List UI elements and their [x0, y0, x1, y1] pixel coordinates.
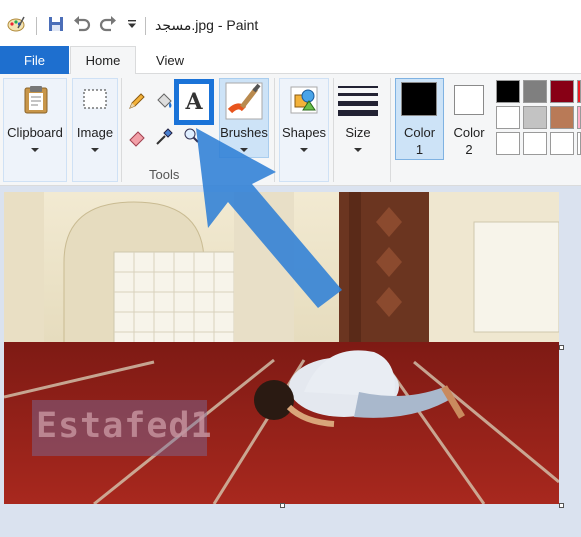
select-icon: [80, 86, 110, 112]
chevron-down-icon: [240, 148, 248, 152]
group-divider: [390, 78, 391, 182]
shapes-label: Shapes: [281, 125, 327, 140]
resize-handle[interactable]: [559, 503, 564, 508]
clipboard-label: Clipboard: [7, 125, 63, 140]
tab-file[interactable]: File: [0, 46, 69, 74]
size-icon[interactable]: [336, 82, 380, 118]
resize-handle[interactable]: [559, 345, 564, 350]
color2-number: 2: [465, 142, 473, 157]
chevron-down-icon: [354, 148, 362, 152]
tab-view[interactable]: View: [140, 46, 200, 74]
palette-swatch[interactable]: [496, 80, 520, 103]
palette-swatch[interactable]: [523, 106, 547, 129]
undo-icon[interactable]: [72, 14, 92, 34]
tools-group-label: Tools: [149, 167, 180, 182]
palette-swatch[interactable]: [550, 80, 574, 103]
image-label: Image: [76, 125, 114, 140]
tab-home[interactable]: Home: [70, 46, 136, 75]
group-divider: [333, 78, 334, 182]
watermark-text: Estafed1: [36, 406, 213, 446]
customize-dropdown-icon[interactable]: [122, 14, 142, 34]
chevron-down-icon: [300, 148, 308, 152]
redo-icon[interactable]: [98, 14, 118, 34]
color1-label: Color: [403, 125, 436, 140]
ribbon-tabs: File Home View: [0, 46, 581, 75]
resize-handle[interactable]: [280, 503, 285, 508]
palette-swatch[interactable]: [496, 106, 520, 129]
palette-swatch[interactable]: [550, 132, 574, 155]
group-divider: [274, 78, 275, 182]
chevron-down-icon: [31, 148, 39, 152]
title-separator: [145, 17, 146, 35]
canvas-image[interactable]: [4, 192, 559, 504]
size-label: Size: [345, 125, 371, 140]
fill-bucket-icon[interactable]: [153, 90, 175, 112]
color1-number: 1: [415, 142, 424, 157]
palette-swatch[interactable]: [496, 132, 520, 155]
chevron-down-icon: [91, 148, 99, 152]
palette-swatch[interactable]: [523, 80, 547, 103]
clipboard-icon: [20, 84, 52, 116]
text-icon: A: [185, 89, 203, 115]
text-tool-button[interactable]: A: [174, 79, 214, 125]
group-divider: [121, 78, 122, 182]
title-separator: [36, 17, 37, 35]
magnifier-icon[interactable]: [180, 124, 202, 146]
window-title: مسجد.jpg - Paint: [155, 17, 259, 33]
paint-app-icon[interactable]: [6, 14, 26, 34]
pencil-icon[interactable]: [126, 90, 148, 112]
title-bar: مسجد.jpg - Paint: [0, 0, 581, 48]
palette-swatch[interactable]: [550, 106, 574, 129]
eraser-icon[interactable]: [126, 126, 148, 148]
save-icon[interactable]: [46, 14, 66, 34]
brushes-label: Brushes: [220, 125, 268, 140]
palette-swatch[interactable]: [523, 132, 547, 155]
mosque-photo: [4, 192, 559, 504]
color2-swatch[interactable]: [454, 85, 484, 115]
shapes-icon: [288, 84, 320, 116]
color1-swatch: [401, 82, 437, 116]
palette-swatch[interactable]: [577, 80, 581, 103]
palette-swatch[interactable]: [577, 106, 581, 129]
color-picker-icon[interactable]: [153, 126, 175, 148]
palette-swatch[interactable]: [577, 132, 581, 155]
color2-label: Color: [453, 125, 485, 140]
brush-icon: [223, 80, 265, 122]
